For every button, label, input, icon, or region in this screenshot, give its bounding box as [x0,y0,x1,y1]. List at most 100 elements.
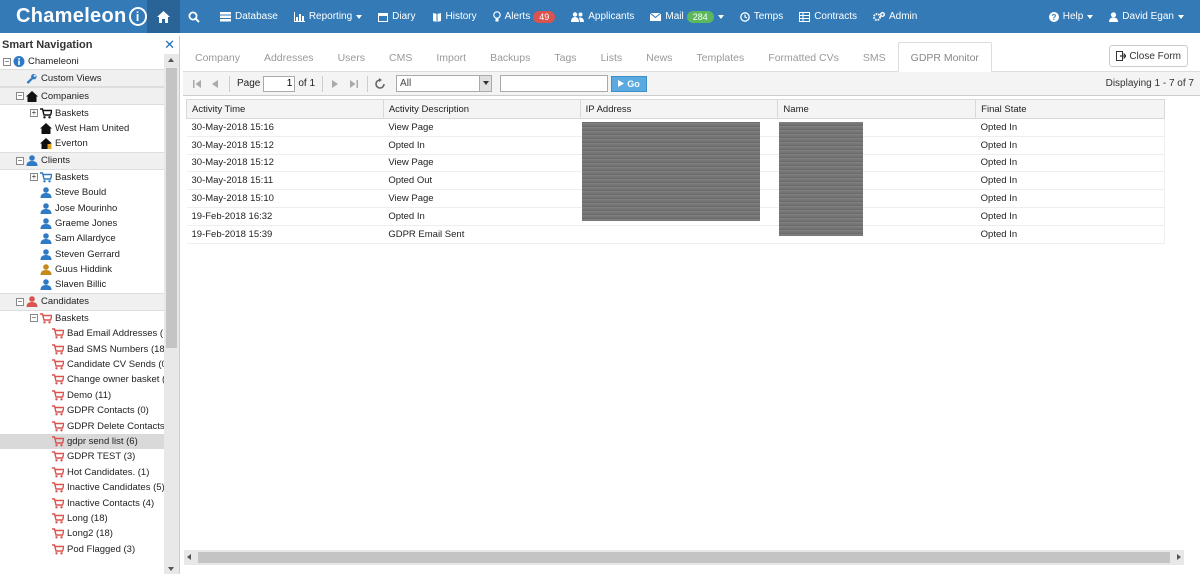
scrollbar-thumb[interactable] [166,68,177,348]
tree-candidate-basket[interactable]: Hot Candidates. (1) [0,465,164,480]
search-button[interactable] [180,0,212,33]
tree-candidate-basket[interactable]: Long (18) [0,511,164,526]
tab-users[interactable]: Users [326,52,377,71]
page-number-input[interactable] [263,75,296,92]
prev-page-button[interactable] [207,76,223,92]
tree-candidates-baskets[interactable]: − Baskets [0,311,164,326]
tree-candidate-basket[interactable]: Inactive Contacts (4) [0,495,164,510]
tree-candidates[interactable]: − Candidates [0,292,164,311]
brand-logo[interactable]: Chameleon i [0,0,147,33]
tab-templates[interactable]: Templates [684,52,756,71]
tab-cms[interactable]: CMS [377,52,424,71]
scrollbar-thumb[interactable] [198,552,1170,563]
tree-client-item[interactable]: Sam Allardyce [0,231,164,246]
tab-tags[interactable]: Tags [542,52,588,71]
tab-bar: Company Addresses Users CMS Import Backups Tag… [183,36,1200,72]
go-button[interactable]: Go [611,75,648,92]
tree-company-item[interactable]: Everton [0,136,164,151]
tree-companies[interactable]: − Companies [0,87,164,106]
tree-clients-label: Clients [41,155,71,167]
tree-candidate-basket[interactable]: Inactive Candidates (5) [0,480,164,495]
collapse-icon[interactable]: − [16,156,24,165]
next-page-button[interactable] [327,76,343,92]
column-header[interactable]: Activity Time [186,99,384,119]
collapse-icon[interactable]: − [3,57,11,66]
tree-candidate-basket[interactable]: GDPR Delete Contacts [0,418,164,433]
nav-contracts[interactable]: Contracts [791,0,865,33]
tab-sms[interactable]: SMS [851,52,898,71]
nav-mail[interactable]: Mail 284 [642,0,731,33]
tab-import[interactable]: Import [424,52,478,71]
scroll-right-icon[interactable] [1177,554,1181,560]
nav-admin[interactable]: Admin [865,0,925,33]
tree-candidate-basket[interactable]: Bad Email Addresses ( [0,326,164,341]
tree-candidate-basket[interactable]: Candidate CV Sends (0 [0,357,164,372]
tab-company[interactable]: Company [183,52,252,71]
tree-client-item[interactable]: Slaven Billic [0,277,164,292]
expand-icon[interactable]: + [30,173,38,182]
refresh-button[interactable] [372,76,388,92]
nav-database[interactable]: Database [212,0,286,33]
filter-select[interactable]: All [396,75,493,92]
nav-alerts[interactable]: Alerts 49 [485,0,564,33]
tree-candidate-basket[interactable]: Change owner basket ( [0,372,164,387]
nav-temps[interactable]: Temps [732,0,791,33]
horizontal-scrollbar[interactable] [184,550,1184,565]
tree-company-item[interactable]: West Ham United [0,121,164,136]
tree-item-label: Bad SMS Numbers (18 [67,343,164,355]
tab-lists[interactable]: Lists [589,52,635,71]
search-input[interactable] [500,75,609,92]
tree-candidate-basket[interactable]: Bad SMS Numbers (18 [0,341,164,356]
close-form-button[interactable]: Close Form [1109,45,1188,67]
nav-reporting[interactable]: Reporting [286,0,370,33]
tree-client-item[interactable]: Graeme Jones [0,216,164,231]
column-header[interactable]: Final State [975,99,1165,119]
collapse-icon[interactable]: − [16,92,24,101]
scroll-left-icon[interactable] [187,554,191,560]
tree-candidate-basket[interactable]: Pod Flagged (3) [0,542,164,557]
tree-candidate-basket[interactable]: Demo (11) [0,388,164,403]
tree-client-item[interactable]: Steven Gerrard [0,247,164,262]
column-header[interactable]: Name [777,99,977,119]
nav-history[interactable]: History [424,0,485,33]
tab-gdpr-monitor[interactable]: GDPR Monitor [897,42,992,72]
column-header[interactable]: Activity Description [382,99,581,119]
alerts-badge: 49 [533,10,556,23]
first-page-button[interactable] [189,76,205,92]
home-button[interactable] [147,0,180,33]
chevron-down-icon[interactable] [479,76,492,91]
tree-client-item[interactable]: Guus Hiddink [0,262,164,277]
tree-candidate-basket[interactable]: GDPR Contacts (0) [0,403,164,418]
tree-candidate-basket[interactable]: Long2 (18) [0,526,164,541]
tab-backups[interactable]: Backups [478,52,542,71]
nav-help[interactable]: ? Help [1041,0,1102,33]
last-page-button[interactable] [345,76,361,92]
nav-applicants[interactable]: Applicants [563,0,642,33]
tree-client-item[interactable]: Jose Mourinho [0,200,164,215]
tab-news[interactable]: News [634,52,684,71]
table-cell: Opted In [975,207,1165,226]
scroll-down-icon[interactable] [168,567,174,571]
tree-clients-baskets[interactable]: + Baskets [0,170,164,185]
basket-icon [52,390,64,401]
tree-root[interactable]: − Chameleoni [0,54,164,69]
tab-addresses[interactable]: Addresses [252,52,326,71]
tree-candidate-basket[interactable]: GDPR TEST (3) [0,449,164,464]
tree-companies-baskets[interactable]: + Baskets [0,105,164,120]
tree-custom-views[interactable]: Custom Views [0,69,164,88]
expand-icon[interactable]: + [30,109,38,118]
scroll-up-icon[interactable] [168,58,174,62]
nav-diary[interactable]: Diary [370,0,423,33]
close-icon[interactable]: ✕ [164,37,175,53]
column-header[interactable]: IP Address [579,99,779,119]
table-row[interactable]: 19-Feb-2018 15:39 GDPR Email Sent Opted In [186,225,1165,244]
chevron-down-icon [1087,14,1094,19]
nav-user[interactable]: David Egan [1101,0,1192,33]
collapse-icon[interactable]: − [30,314,38,323]
collapse-icon[interactable]: − [16,297,24,306]
sidebar-scrollbar[interactable] [164,54,179,574]
tree-candidate-basket[interactable]: gdpr send list (6) [0,433,164,450]
tree-clients[interactable]: − Clients [0,151,164,170]
tree-client-item[interactable]: Steve Bould [0,185,164,200]
tab-formatted-cvs[interactable]: Formatted CVs [756,52,851,71]
